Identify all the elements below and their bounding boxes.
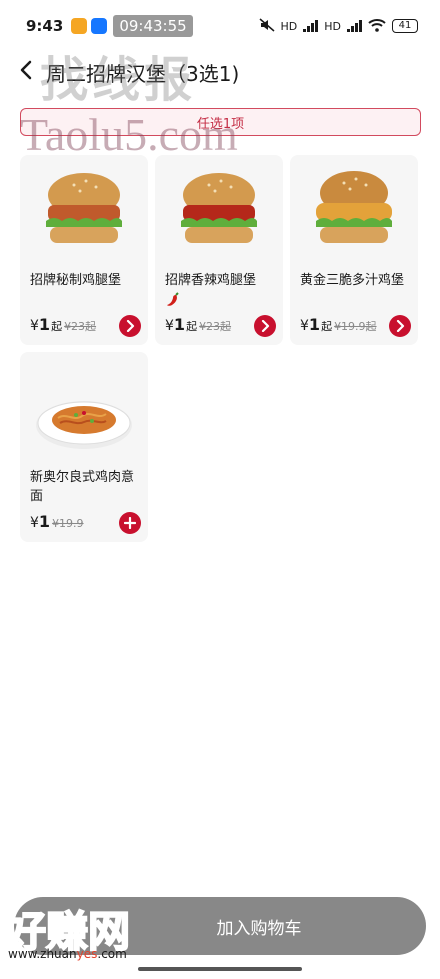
chevron-right-icon[interactable] bbox=[119, 315, 141, 337]
product-name: 招牌香辣鸡腿堡 bbox=[165, 273, 257, 288]
product-grid: 招牌秘制鸡腿堡 ¥ 1 起 ¥23起 招牌香辣鸡腿堡 ¥ 1 起 ¥23起 黄金… bbox=[20, 155, 420, 542]
product-name: 新奥尔良式鸡肉意面 bbox=[30, 470, 135, 504]
product-card[interactable]: 黄金三脆多汁鸡堡 ¥ 1 起 ¥19.9起 bbox=[290, 155, 418, 345]
home-indicator[interactable] bbox=[138, 967, 302, 971]
mute-icon bbox=[259, 17, 275, 35]
status-indicators: HD HD 41 bbox=[259, 17, 418, 35]
product-card[interactable]: 招牌秘制鸡腿堡 ¥ 1 起 ¥23起 bbox=[20, 155, 148, 345]
burger-chicken-icon bbox=[20, 161, 148, 257]
network-label-2: HD bbox=[324, 19, 341, 33]
pasta-icon bbox=[20, 372, 148, 468]
price-value: 1 bbox=[38, 315, 51, 334]
price-suffix: 起 bbox=[51, 320, 63, 333]
battery-icon: 41 bbox=[392, 19, 418, 33]
product-price: ¥ 1 起 ¥23起 bbox=[165, 315, 231, 334]
page-header: 周二招牌汉堡（3选1) bbox=[0, 52, 440, 92]
product-card[interactable]: 新奥尔良式鸡肉意面 ¥ 1 ¥19.9 bbox=[20, 352, 148, 542]
alipay-app-icon bbox=[91, 18, 108, 34]
product-name: 招牌秘制鸡腿堡 bbox=[30, 273, 122, 288]
add-to-cart-label: 加入购物车 bbox=[216, 918, 302, 939]
price-currency: ¥ bbox=[165, 318, 174, 334]
product-price: ¥ 1 ¥19.9 bbox=[30, 512, 84, 531]
wifi-icon bbox=[368, 18, 386, 35]
chevron-right-icon[interactable] bbox=[389, 315, 411, 337]
add-plus-icon[interactable] bbox=[119, 512, 141, 534]
product-price: ¥ 1 起 ¥23起 bbox=[30, 315, 96, 334]
price-currency: ¥ bbox=[300, 318, 309, 334]
page-title: 周二招牌汉堡（3选1) bbox=[46, 61, 240, 86]
original-price: ¥23起 bbox=[199, 320, 232, 333]
select-count-banner: 任选1项 bbox=[20, 108, 421, 136]
chili-pepper-icon bbox=[165, 292, 181, 312]
status-time: 9:43 bbox=[26, 17, 64, 35]
price-suffix: 起 bbox=[321, 320, 333, 333]
signal-icon-2 bbox=[347, 20, 362, 32]
burger-spicy-icon bbox=[155, 161, 283, 257]
product-price: ¥ 1 起 ¥19.9起 bbox=[300, 315, 377, 334]
price-currency: ¥ bbox=[30, 318, 39, 334]
network-label-1: HD bbox=[280, 19, 298, 33]
add-to-cart-button[interactable]: 加入购物车 bbox=[14, 897, 426, 955]
original-price: ¥19.9 bbox=[52, 517, 84, 530]
clock-overlay: 09:43:55 bbox=[113, 15, 193, 37]
status-bar: 9:43 09:43:55 HD HD 41 bbox=[0, 0, 440, 52]
back-arrow-icon[interactable] bbox=[10, 58, 42, 86]
price-currency: ¥ bbox=[30, 515, 39, 531]
price-value: 1 bbox=[308, 315, 321, 334]
price-value: 1 bbox=[173, 315, 186, 334]
chevron-right-icon[interactable] bbox=[254, 315, 276, 337]
signal-icon-1 bbox=[303, 20, 319, 32]
price-value: 1 bbox=[38, 512, 51, 531]
original-price: ¥19.9起 bbox=[334, 320, 377, 333]
price-suffix: 起 bbox=[186, 320, 198, 333]
select-count-label: 任选1项 bbox=[196, 116, 245, 132]
original-price: ¥23起 bbox=[64, 320, 97, 333]
weibo-app-icon bbox=[71, 18, 88, 34]
product-card[interactable]: 招牌香辣鸡腿堡 ¥ 1 起 ¥23起 bbox=[155, 155, 283, 345]
product-name: 黄金三脆多汁鸡堡 bbox=[300, 273, 405, 288]
burger-crispy-icon bbox=[290, 161, 418, 257]
